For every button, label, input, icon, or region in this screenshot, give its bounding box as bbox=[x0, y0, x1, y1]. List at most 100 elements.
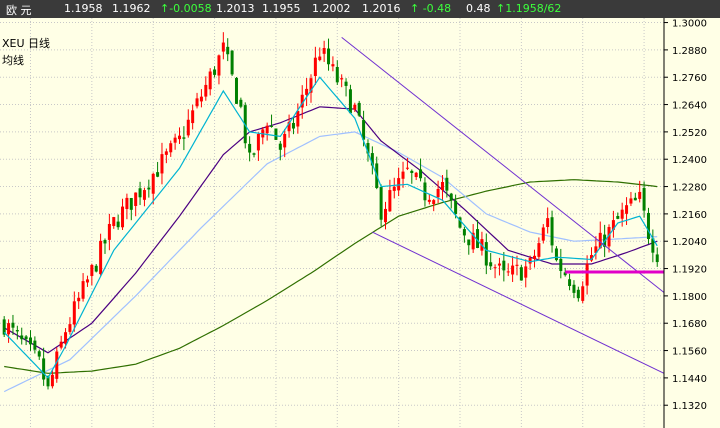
candle-body bbox=[581, 286, 585, 301]
candle-body bbox=[642, 187, 646, 211]
candle-body bbox=[283, 133, 287, 148]
y-tick-label: 1.2640 bbox=[672, 101, 707, 112]
candle-body bbox=[436, 188, 440, 198]
y-tick-label: 1.2520 bbox=[672, 128, 707, 139]
candle-body bbox=[169, 143, 173, 153]
candle-body bbox=[164, 151, 168, 155]
candle-body bbox=[138, 188, 142, 198]
candle-body bbox=[208, 71, 212, 90]
candle-body bbox=[322, 48, 326, 54]
candle-body bbox=[15, 330, 19, 332]
candle-body bbox=[134, 192, 138, 206]
symbol-label: XEU 日线 bbox=[2, 36, 50, 50]
candle-body bbox=[506, 271, 510, 273]
candle-body bbox=[445, 177, 449, 191]
candle-body bbox=[291, 122, 295, 129]
candle-body bbox=[638, 191, 642, 199]
candle-body bbox=[462, 229, 466, 236]
candle-body bbox=[493, 267, 497, 269]
quote-bar: 欧 元 1.1958 1.1962 ↑-0.0058 1.2013 1.1955… bbox=[0, 0, 720, 18]
candle-body bbox=[37, 351, 41, 357]
candle-body bbox=[388, 190, 392, 212]
candle-body bbox=[274, 128, 278, 140]
candle-body bbox=[559, 258, 563, 271]
candle-body bbox=[467, 239, 471, 246]
y-tick-label: 1.2760 bbox=[672, 73, 707, 84]
candle-body bbox=[121, 206, 125, 228]
candle-body bbox=[103, 240, 107, 244]
candle-body bbox=[484, 242, 488, 266]
candle-body bbox=[401, 171, 405, 179]
candle-body bbox=[331, 64, 335, 67]
candle-body bbox=[524, 266, 528, 278]
candle-body bbox=[33, 340, 37, 350]
candle-body bbox=[265, 125, 269, 134]
candle-body bbox=[568, 279, 572, 286]
quote-change: ↑-0.0058 bbox=[160, 2, 212, 15]
candle-body bbox=[515, 264, 519, 266]
y-tick-label: 1.1800 bbox=[672, 292, 707, 303]
candle-body bbox=[42, 358, 46, 380]
candle-body bbox=[327, 48, 331, 65]
candle-body bbox=[226, 46, 230, 55]
candle-body bbox=[305, 88, 309, 95]
candle-body bbox=[449, 193, 453, 201]
candle-body bbox=[519, 267, 523, 281]
candle-body bbox=[550, 217, 554, 246]
candle-body bbox=[85, 279, 89, 283]
y-tick-label: 1.1680 bbox=[672, 319, 707, 330]
candle-body bbox=[546, 218, 550, 228]
candle-body bbox=[20, 335, 24, 340]
candle-body bbox=[191, 110, 195, 124]
candle-body bbox=[213, 69, 217, 75]
candle-body bbox=[296, 110, 300, 127]
candle-body bbox=[156, 172, 160, 177]
candle-body bbox=[94, 265, 98, 272]
candle-body bbox=[528, 257, 532, 264]
candle-body bbox=[230, 50, 234, 75]
candle-body bbox=[655, 254, 659, 263]
quote-open: 1.2002 bbox=[312, 2, 351, 15]
instrument-name: 欧 元 bbox=[6, 4, 32, 17]
candle-body bbox=[344, 81, 348, 86]
candle-body bbox=[217, 55, 221, 76]
candle-body bbox=[585, 263, 589, 286]
candle-body bbox=[142, 190, 146, 200]
candle-body bbox=[454, 200, 458, 214]
candle-body bbox=[147, 187, 151, 190]
candle-body bbox=[24, 336, 28, 340]
candle-body bbox=[116, 221, 120, 228]
quote-ask: 1.1962 bbox=[112, 2, 151, 15]
candle-body bbox=[50, 374, 54, 387]
y-tick-label: 1.2040 bbox=[672, 237, 707, 248]
quote-last: 1.1958 bbox=[64, 2, 103, 15]
candle-body bbox=[419, 169, 423, 179]
y-tick-label: 1.1440 bbox=[672, 374, 707, 385]
candle-body bbox=[348, 89, 352, 114]
candle-body bbox=[620, 209, 624, 219]
candle-body bbox=[405, 167, 409, 169]
candle-body bbox=[11, 322, 15, 328]
candle-body bbox=[182, 137, 186, 139]
candle-body bbox=[77, 297, 81, 302]
candle-body bbox=[99, 240, 103, 275]
candle-body bbox=[81, 281, 85, 299]
candle-body bbox=[72, 301, 76, 325]
candle-body bbox=[502, 260, 506, 271]
quote-prev-close: 1.2016 bbox=[362, 2, 401, 15]
candle-body bbox=[178, 135, 182, 140]
candle-body bbox=[313, 57, 317, 77]
candle-body bbox=[90, 264, 94, 276]
indicator-label: 均线 bbox=[2, 53, 24, 67]
candle-body bbox=[353, 104, 357, 110]
candle-body bbox=[357, 102, 361, 116]
candle-body bbox=[64, 332, 68, 344]
quote-low: 1.1955 bbox=[262, 2, 301, 15]
candle-body bbox=[511, 265, 515, 275]
y-tick-label: 1.2880 bbox=[672, 46, 707, 57]
candle-body bbox=[256, 133, 260, 151]
candle-body bbox=[234, 77, 238, 104]
candle-body bbox=[112, 217, 116, 227]
y-tick-label: 1.2400 bbox=[672, 155, 707, 166]
candle-body bbox=[335, 67, 339, 83]
